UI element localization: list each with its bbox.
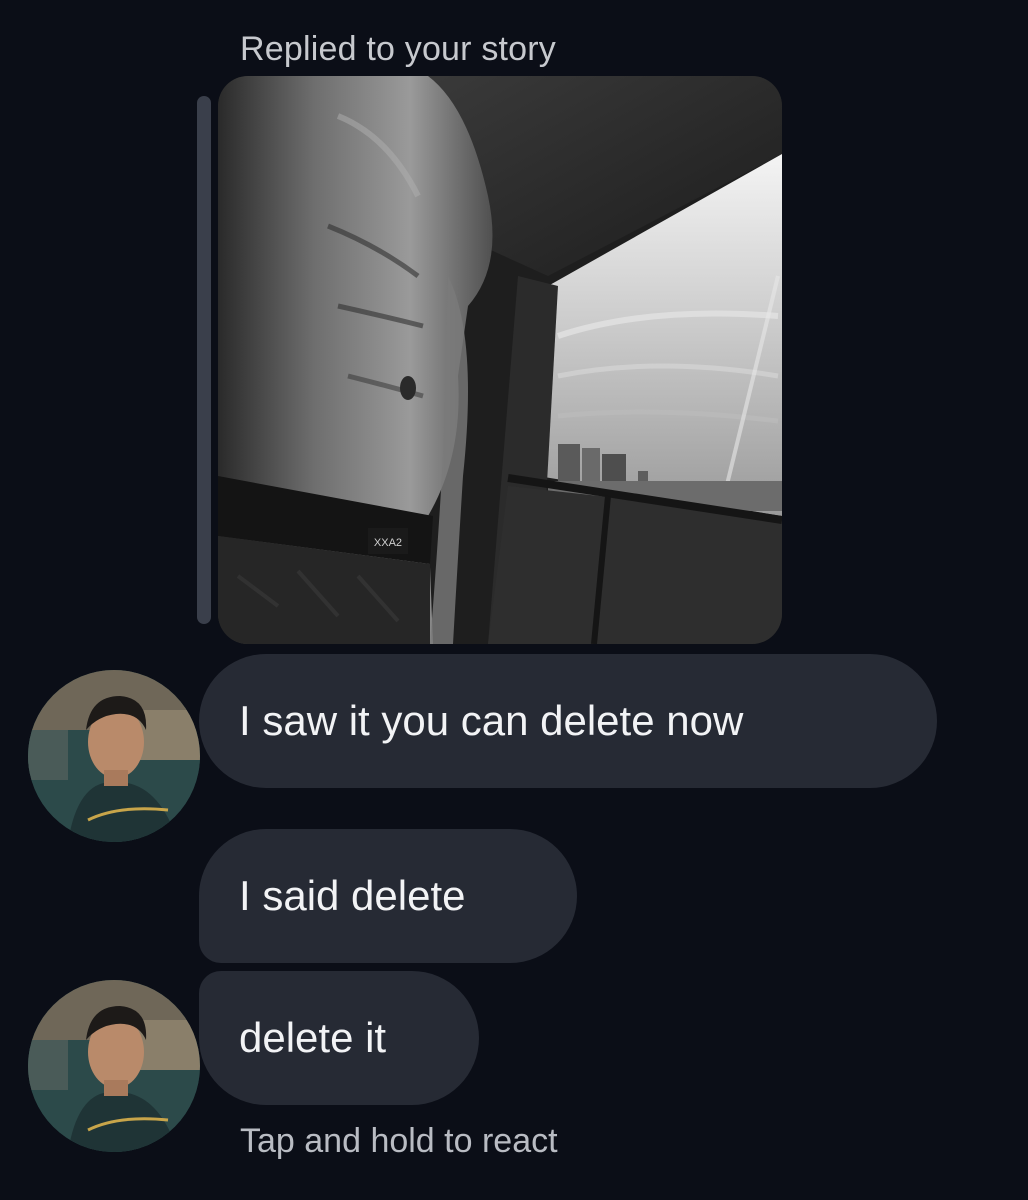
waistband-brand-text: XXA2 [374,537,402,549]
reply-header: Replied to your story [240,30,557,68]
message-bubble-3[interactable]: delete it [199,971,479,1105]
tap-hold-hint: Tap and hold to react [240,1122,558,1160]
reply-indicator-bar [197,96,211,624]
user-avatar-icon [28,670,200,842]
message-text: I saw it you can delete now [239,697,744,744]
story-photo-thumbnail-icon: XXA2 [218,76,782,644]
message-bubble-1[interactable]: I saw it you can delete now [199,654,937,788]
message-bubble-2[interactable]: I said delete [199,829,577,963]
user-avatar-icon [28,980,200,1152]
message-text: I said delete [239,872,466,919]
sender-avatar[interactable] [28,980,200,1152]
message-text: delete it [239,1014,387,1061]
story-preview-image[interactable]: XXA2 [218,76,782,644]
sender-avatar[interactable] [28,670,200,842]
